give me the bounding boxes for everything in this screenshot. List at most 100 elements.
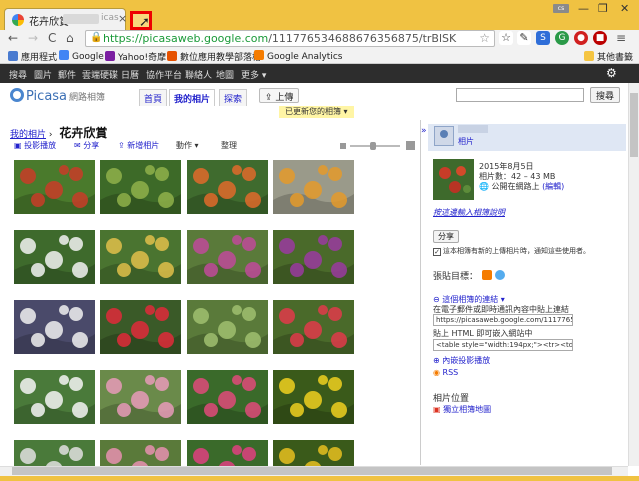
extension-s-icon[interactable]: S bbox=[536, 31, 550, 45]
search-input[interactable] bbox=[456, 88, 584, 102]
upload-icon: ⇪ bbox=[265, 93, 273, 103]
album-cover-thumbnail[interactable] bbox=[433, 159, 474, 200]
panel-divider bbox=[420, 120, 421, 465]
picasa-logo-icon bbox=[10, 88, 24, 102]
back-button[interactable]: ← bbox=[8, 31, 18, 45]
tool-icon[interactable]: ✎ bbox=[517, 31, 531, 45]
rss-link[interactable]: ◉ RSS bbox=[433, 368, 458, 377]
home-button[interactable]: ⌂ bbox=[66, 31, 74, 45]
vertical-scrollbar-thumb[interactable] bbox=[630, 93, 638, 157]
picasa-logo[interactable]: Picasa 網路相簿 bbox=[10, 88, 105, 104]
crumb-my-photos[interactable]: 我的相片 bbox=[10, 130, 46, 140]
horizontal-scrollbar-thumb[interactable] bbox=[12, 467, 612, 475]
extension-g-icon[interactable]: G bbox=[555, 31, 569, 45]
photo-thumbnail[interactable] bbox=[14, 230, 95, 284]
photo-thumbnail[interactable] bbox=[100, 300, 181, 354]
large-size-icon bbox=[406, 141, 415, 150]
photo-thumbnail[interactable] bbox=[187, 300, 268, 354]
reload-button[interactable]: C bbox=[48, 31, 56, 45]
photo-thumbnail[interactable] bbox=[273, 160, 354, 214]
photo-thumbnail[interactable] bbox=[100, 370, 181, 424]
tab-close-icon[interactable]: × bbox=[118, 12, 127, 25]
checkbox-icon[interactable]: ✓ bbox=[433, 248, 441, 256]
photo-thumbnail[interactable] bbox=[100, 230, 181, 284]
forward-button[interactable]: → bbox=[28, 31, 38, 45]
owner-name-redacted bbox=[458, 125, 488, 133]
photo-thumbnail[interactable] bbox=[273, 370, 354, 424]
user-badge[interactable]: cs bbox=[553, 4, 569, 13]
tab-explore[interactable]: 探索 bbox=[219, 89, 248, 106]
extension-stop-icon[interactable]: ■ bbox=[593, 31, 607, 45]
tab-title-redacted bbox=[63, 14, 99, 24]
bookmark-blog[interactable]: 數位應用教學部落格 bbox=[167, 50, 261, 63]
twitter-icon[interactable] bbox=[495, 270, 505, 280]
minimize-icon[interactable]: — bbox=[578, 2, 589, 15]
folder-icon bbox=[584, 51, 594, 61]
browser-tab[interactable]: 花卉欣賞 icas × bbox=[4, 8, 127, 30]
url-text[interactable]: https://picasaweb.google.com/11177653468… bbox=[103, 32, 456, 45]
embed-slideshow-link[interactable]: ⊕ 內嵌投影播放 bbox=[433, 355, 490, 366]
share-album-button[interactable]: 分享 bbox=[433, 230, 459, 243]
gbar-search[interactable]: 搜尋 bbox=[9, 68, 27, 81]
embed-html-field[interactable]: <table style="width:194px;"><tr><td alig… bbox=[433, 339, 573, 351]
photo-thumbnail[interactable] bbox=[187, 160, 268, 214]
settings-gear-icon[interactable]: ⚙ bbox=[606, 66, 617, 80]
slideshow-button[interactable]: ▣ 投影播放 bbox=[14, 140, 56, 151]
organize-button[interactable]: 整理 bbox=[221, 140, 237, 151]
collapse-panel-icon[interactable]: » bbox=[421, 126, 427, 136]
gbar-maps[interactable]: 地圖 bbox=[216, 68, 234, 81]
gbar-calendar[interactable]: 日曆 bbox=[121, 68, 139, 81]
photo-thumbnail[interactable] bbox=[14, 300, 95, 354]
bookmark-star-icon[interactable]: ☆ bbox=[479, 31, 490, 45]
photo-thumbnail[interactable] bbox=[187, 370, 268, 424]
gbar-contacts[interactable]: 聯絡人 bbox=[185, 68, 212, 81]
thumbnail-size-slider[interactable] bbox=[340, 141, 416, 150]
bookmark-yahoo[interactable]: Yahoo!奇摩 bbox=[105, 50, 166, 63]
add-description-link[interactable]: 按這邊輸入相簿說明 bbox=[433, 207, 505, 218]
share-button[interactable]: ✉ 分享 bbox=[74, 140, 99, 151]
gbar-mail[interactable]: 郵件 bbox=[58, 68, 76, 81]
owner-link[interactable]: 相片 bbox=[458, 136, 474, 147]
bookmark-apps[interactable]: 應用程式 bbox=[8, 50, 57, 63]
gbar-drive[interactable]: 雲端硬碟 bbox=[82, 68, 118, 81]
tab-title-suffix: icas bbox=[101, 13, 119, 23]
bookmark-analytics[interactable]: Google Analytics bbox=[254, 50, 342, 62]
slider-handle[interactable] bbox=[370, 142, 376, 150]
photo-thumbnail[interactable] bbox=[100, 440, 181, 466]
notify-checkbox[interactable]: ✓ 這本相簿有新的上傳相片時，通知這些使用者。 bbox=[433, 246, 590, 256]
chrome-menu-icon[interactable]: ≡ bbox=[616, 31, 626, 45]
photo-thumbnail[interactable] bbox=[100, 160, 181, 214]
album-link-field[interactable]: https://picasaweb.google.com/11177653 bbox=[433, 314, 573, 326]
browser-title-bar: 花卉欣賞 icas × ➚ cs — ❐ ✕ bbox=[0, 0, 639, 30]
upload-button[interactable]: ⇪ 上傳 bbox=[259, 88, 300, 103]
maximize-icon[interactable]: ❐ bbox=[598, 2, 608, 15]
bookmark-google[interactable]: Google bbox=[59, 50, 104, 62]
tab-my-photos[interactable]: 我的相片 bbox=[169, 89, 216, 106]
blogger-icon[interactable] bbox=[482, 270, 492, 280]
add-photos-button[interactable]: ⇪ 新增相片 bbox=[118, 140, 159, 151]
new-tab-button[interactable]: ➚ bbox=[130, 11, 152, 30]
bookmark-icon[interactable]: ☆ bbox=[499, 31, 513, 45]
blog-label: 張貼目標： bbox=[433, 272, 479, 282]
photo-thumbnail[interactable] bbox=[187, 440, 268, 466]
photo-thumbnail[interactable] bbox=[273, 300, 354, 354]
address-bar[interactable]: 🔒 https://picasaweb.google.com/111776534… bbox=[85, 30, 495, 47]
photo-thumbnail[interactable] bbox=[187, 230, 268, 284]
photo-thumbnail[interactable] bbox=[14, 160, 95, 214]
photo-thumbnail[interactable] bbox=[14, 440, 95, 466]
tab-home[interactable]: 首頁 bbox=[139, 89, 168, 106]
gbar-sites[interactable]: 協作平台 bbox=[146, 68, 182, 81]
album-map-link[interactable]: ▣ 獨立相簿地圖 bbox=[433, 404, 491, 415]
actions-menu[interactable]: 動作 ▾ bbox=[176, 140, 199, 151]
edit-visibility-link[interactable]: (編輯) bbox=[542, 182, 564, 191]
close-window-icon[interactable]: ✕ bbox=[620, 2, 629, 15]
photo-thumbnail[interactable] bbox=[14, 370, 95, 424]
avatar[interactable] bbox=[434, 126, 454, 146]
extension-record-icon[interactable]: ● bbox=[574, 31, 588, 45]
bookmark-other[interactable]: 其他書籤 bbox=[584, 50, 633, 63]
photo-thumbnail[interactable] bbox=[273, 230, 354, 284]
photo-thumbnail[interactable] bbox=[273, 440, 354, 466]
gbar-more[interactable]: 更多 ▾ bbox=[241, 68, 266, 81]
search-button[interactable]: 搜尋 bbox=[590, 87, 621, 103]
gbar-images[interactable]: 圖片 bbox=[34, 68, 52, 81]
